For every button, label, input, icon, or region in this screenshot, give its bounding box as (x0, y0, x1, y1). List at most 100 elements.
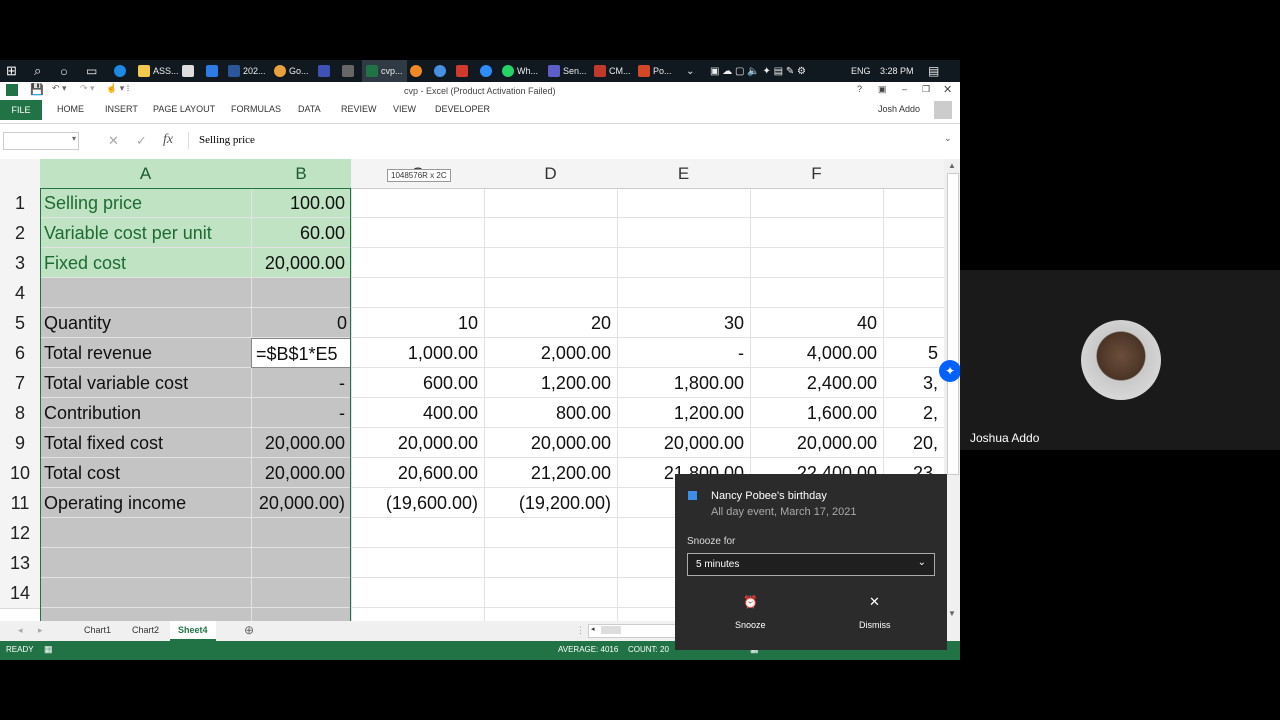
language-indicator[interactable]: ENG (851, 60, 871, 82)
cell-d3[interactable] (484, 248, 617, 278)
insert-function-icon[interactable]: fx (163, 132, 173, 148)
add-sheet-icon[interactable]: ⊕ (244, 623, 254, 637)
cell-c9[interactable]: 20,000.00 (351, 428, 484, 458)
cell-g5[interactable] (883, 308, 944, 338)
sheet-tab-chart2[interactable]: Chart2 (132, 625, 159, 635)
cell-c5[interactable]: 10 (351, 308, 484, 338)
column-header-e[interactable]: E (617, 159, 751, 189)
user-name[interactable]: Josh Addo (878, 104, 920, 114)
split-handle[interactable]: ⋮ (576, 625, 585, 636)
cell-g9[interactable]: 20, (883, 428, 944, 458)
sheet-tab-sheet4[interactable]: Sheet4 (170, 621, 216, 641)
select-all-corner[interactable] (0, 159, 41, 189)
cell-f5[interactable]: 40 (750, 308, 883, 338)
taskbar-app-blue[interactable] (318, 60, 330, 82)
sheet-tab-chart1[interactable]: Chart1 (84, 625, 111, 635)
formula-input[interactable]: Selling price (188, 132, 945, 149)
next-sheet-icon[interactable]: ▸ (38, 625, 43, 636)
scroll-down-icon[interactable]: ▼ (948, 609, 956, 618)
cell-e3[interactable] (617, 248, 750, 278)
cell-f8[interactable]: 1,600.00 (750, 398, 883, 428)
expand-formula-icon[interactable]: ⌄ (944, 133, 952, 144)
taskbar-app-whatsapp[interactable]: Wh... (502, 60, 538, 82)
save-icon[interactable]: 💾 (30, 83, 44, 96)
taskbar-app-orange[interactable] (410, 60, 422, 82)
tab-page-layout[interactable]: PAGE LAYOUT (153, 104, 215, 114)
cell-d7[interactable]: 1,200.00 (484, 368, 617, 398)
cell-c2[interactable] (351, 218, 484, 248)
start-button[interactable]: ⊞ (6, 60, 17, 82)
cell-c10[interactable]: 20,600.00 (351, 458, 484, 488)
cell-e1[interactable] (617, 188, 750, 218)
tab-file[interactable]: FILE (0, 100, 42, 120)
scrollbar-thumb[interactable] (947, 173, 959, 475)
row-header[interactable]: 14 (0, 578, 40, 609)
enter-icon[interactable]: ✓ (136, 133, 147, 149)
tab-formulas[interactable]: FORMULAS (231, 104, 281, 114)
cell-c11[interactable]: (19,600.00) (351, 488, 484, 518)
tab-insert[interactable]: INSERT (105, 104, 138, 114)
cancel-icon[interactable]: ✕ (108, 133, 119, 149)
snooze-duration-select[interactable]: 5 minutes ⌄ (687, 553, 935, 576)
cell-d5[interactable]: 20 (484, 308, 617, 338)
cell-d10[interactable]: 21,200.00 (484, 458, 617, 488)
cell-d2[interactable] (484, 218, 617, 248)
cell-e4[interactable] (617, 278, 750, 308)
taskbar-app-powerpoint[interactable]: Po... (638, 60, 672, 82)
user-avatar[interactable] (934, 101, 952, 119)
cell-f6[interactable]: 4,000.00 (750, 338, 883, 368)
name-box[interactable]: ▾ (3, 132, 79, 150)
cell-e6[interactable]: - (617, 338, 750, 368)
row-header[interactable]: 7 (0, 368, 40, 399)
taskbar-app-red[interactable] (456, 60, 468, 82)
cell-f7[interactable]: 2,400.00 (750, 368, 883, 398)
row-header[interactable]: 10 (0, 458, 40, 489)
cell-c4[interactable] (351, 278, 484, 308)
cell-c1[interactable] (351, 188, 484, 218)
row-header[interactable]: 13 (0, 548, 40, 579)
row-header[interactable]: 5 (0, 308, 40, 339)
tray-icons[interactable]: ▣ ☁ ▢ 🔈 ✦ ▤ ✎ ⚙ (710, 60, 806, 82)
undo-icon[interactable]: ↶ ▾ (52, 83, 67, 94)
row-header[interactable]: 6 (0, 338, 40, 369)
cell-e8[interactable]: 1,200.00 (617, 398, 750, 428)
dismiss-button[interactable]: ✕ Dismiss (831, 592, 919, 634)
touch-mode-icon[interactable]: ☝ ▾ ⁞ (106, 83, 129, 94)
cell-e5[interactable]: 30 (617, 308, 750, 338)
cell-g6[interactable]: 5 (883, 338, 944, 368)
cell-d12[interactable] (484, 518, 617, 548)
help-icon[interactable]: ? (857, 84, 862, 94)
search-icon[interactable]: ⌕ (34, 60, 41, 82)
macro-record-icon[interactable]: ▦ (44, 644, 53, 655)
cell-f1[interactable] (750, 188, 883, 218)
row-header[interactable]: 3 (0, 248, 40, 279)
column-header-f[interactable]: F (750, 159, 884, 189)
taskbar-app-excel[interactable]: cvp... (362, 60, 407, 82)
cell-g3[interactable] (883, 248, 944, 278)
horizontal-scrollbar[interactable]: ◂ (588, 624, 680, 638)
row-header[interactable]: 8 (0, 398, 40, 429)
cell-f4[interactable] (750, 278, 883, 308)
cell-f2[interactable] (750, 218, 883, 248)
column-header-d[interactable]: D (484, 159, 618, 189)
mail-icon[interactable] (206, 60, 218, 82)
notifications-icon[interactable]: ▤ (928, 60, 939, 82)
cell-g1[interactable] (883, 188, 944, 218)
cell-c14[interactable] (351, 578, 484, 608)
taskbar-app-word[interactable]: 202... (228, 60, 266, 82)
cell-d8[interactable]: 800.00 (484, 398, 617, 428)
row-header[interactable]: 11 (0, 488, 40, 519)
cell-f3[interactable] (750, 248, 883, 278)
column-header-a[interactable]: A (40, 159, 252, 189)
taskbar-app-chrome[interactable]: Go... (274, 60, 309, 82)
store-icon[interactable] (182, 60, 194, 82)
edge-icon[interactable] (114, 60, 126, 82)
cell-d13[interactable] (484, 548, 617, 578)
minimize-icon[interactable]: – (902, 84, 907, 94)
row-header[interactable]: 1 (0, 188, 40, 219)
scroll-left-icon[interactable]: ◂ (591, 625, 595, 633)
cell-d14[interactable] (484, 578, 617, 608)
cell-g8[interactable]: 2, (883, 398, 944, 428)
tab-home[interactable]: HOME (57, 104, 84, 114)
tab-view[interactable]: VIEW (393, 104, 416, 114)
